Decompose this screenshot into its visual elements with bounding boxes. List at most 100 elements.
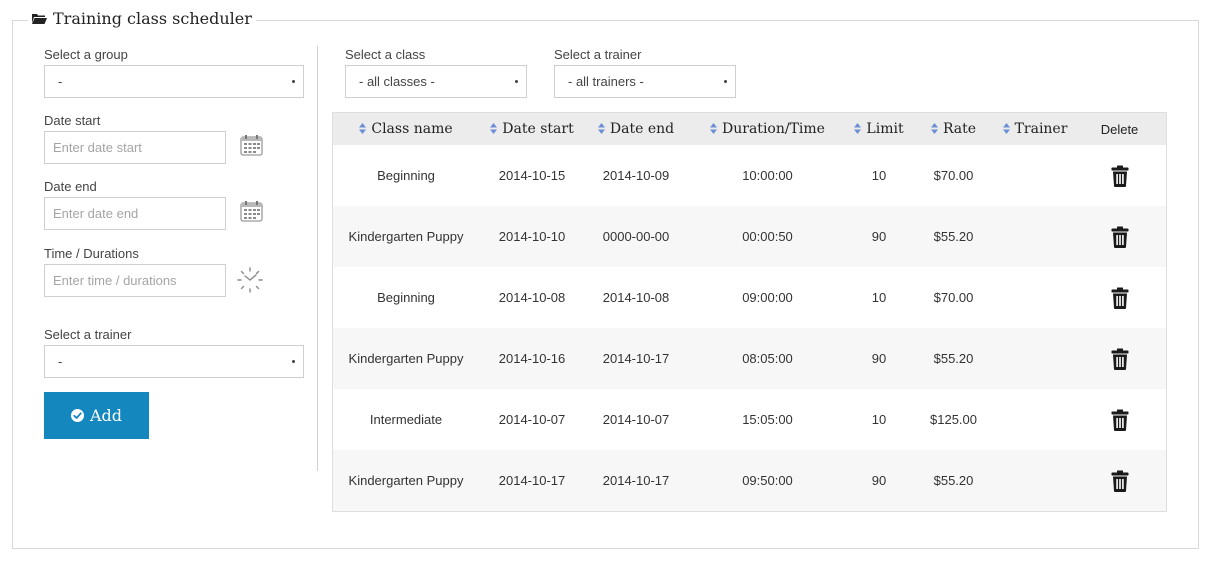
page-title: Training class scheduler — [53, 9, 252, 28]
chevron-down-icon — [515, 80, 518, 83]
date-start-input[interactable] — [44, 131, 226, 164]
date-start-label: Date start — [44, 113, 101, 128]
column-header-label: Rate — [942, 121, 977, 137]
cell-date-end: 2014-10-07 — [602, 412, 670, 427]
cell-delete — [1073, 206, 1166, 267]
classes-table: Class name Date start Date end Duration/… — [333, 113, 1166, 511]
class-filter-select[interactable]: - all classes - — [345, 65, 527, 98]
cell-date-end: 2014-10-08 — [602, 290, 670, 305]
cell-duration: 09:00:00 — [742, 290, 793, 305]
column-header-date-start[interactable]: Date start — [479, 113, 585, 145]
trainer-filter-select[interactable]: - all trainers - — [554, 65, 736, 98]
cell-date-start: 2014-10-08 — [498, 290, 566, 305]
cell-rate: $70.00 — [933, 290, 974, 305]
cell-delete — [1073, 145, 1166, 206]
table-row: Kindergarten Puppy 2014-10-16 2014-10-17 08… — [333, 328, 1166, 389]
sort-icon — [359, 123, 367, 134]
trainer-label: Select a trainer — [44, 327, 132, 342]
cell-delete — [1073, 389, 1166, 450]
column-header-class-name[interactable]: Class name — [333, 113, 479, 145]
table-row: Beginning 2014-10-08 2014-10-08 09:00:00 10 $… — [333, 267, 1166, 328]
chevron-down-icon — [292, 360, 295, 363]
calendar-icon[interactable] — [240, 200, 263, 223]
chevron-down-icon — [292, 80, 295, 83]
cell-class-name: Beginning — [377, 168, 435, 183]
cell-trainer — [997, 389, 1073, 450]
trash-icon[interactable] — [1111, 287, 1129, 309]
cell-date-start: 2014-10-07 — [498, 412, 566, 427]
classes-table-wrap: Class name Date start Date end Duration/… — [332, 112, 1167, 512]
column-header-limit[interactable]: Limit — [848, 113, 910, 145]
table-body: Beginning 2014-10-15 2014-10-09 10:00:00 10 $… — [333, 145, 1166, 511]
cell-duration: 08:05:00 — [742, 351, 793, 366]
table-row: Intermediate 2014-10-07 2014-10-07 15:05:00… — [333, 389, 1166, 450]
cell-rate: $55.20 — [933, 473, 974, 488]
cell-duration: 15:05:00 — [742, 412, 793, 427]
check-circle-icon — [70, 409, 84, 422]
cell-delete — [1073, 328, 1166, 389]
chevron-down-icon — [724, 80, 727, 83]
trash-icon[interactable] — [1111, 165, 1129, 187]
sort-icon — [854, 123, 862, 134]
column-header-trainer[interactable]: Trainer — [997, 113, 1073, 145]
cell-duration: 10:00:00 — [742, 168, 793, 183]
cell-date-end: 0000-00-00 — [602, 229, 670, 244]
time-label: Time / Durations — [44, 246, 139, 261]
scheduler-legend: Training class scheduler — [28, 9, 256, 28]
column-header-label: Trainer — [1014, 121, 1068, 137]
class-filter-label: Select a class — [345, 47, 426, 62]
cell-limit: 90 — [871, 229, 887, 244]
column-header-duration[interactable]: Duration/Time — [687, 113, 848, 145]
trash-icon[interactable] — [1111, 226, 1129, 248]
date-end-label: Date end — [44, 179, 97, 194]
add-button-label: Add — [89, 406, 123, 425]
group-label: Select a group — [44, 47, 128, 62]
trash-icon[interactable] — [1111, 470, 1129, 492]
calendar-icon[interactable] — [240, 134, 263, 157]
cell-limit: 10 — [871, 412, 887, 427]
column-header-label: Date start — [502, 121, 574, 137]
cell-date-end: 2014-10-17 — [602, 351, 670, 366]
cell-trainer — [997, 267, 1073, 328]
cell-date-start: 2014-10-15 — [498, 168, 566, 183]
date-end-input[interactable] — [44, 197, 226, 230]
panel-divider — [317, 46, 318, 471]
time-input[interactable] — [44, 264, 226, 297]
sort-icon — [1002, 123, 1010, 134]
add-button[interactable]: Add — [44, 392, 149, 439]
sort-icon — [597, 123, 605, 134]
trainer-select-value: - — [58, 354, 63, 369]
cell-trainer — [997, 328, 1073, 389]
cell-duration: 00:00:50 — [742, 229, 793, 244]
trash-icon[interactable] — [1111, 348, 1129, 370]
group-select[interactable]: - — [44, 65, 304, 98]
column-header-label: Limit — [866, 121, 904, 137]
cell-limit: 90 — [871, 473, 887, 488]
trash-icon[interactable] — [1111, 409, 1129, 431]
clock-icon[interactable] — [236, 266, 264, 294]
column-header-label: Date end — [609, 121, 675, 137]
cell-delete — [1073, 267, 1166, 328]
cell-date-start: 2014-10-16 — [498, 351, 566, 366]
sort-icon — [490, 123, 498, 134]
cell-date-start: 2014-10-17 — [498, 473, 566, 488]
cell-date-end: 2014-10-09 — [602, 168, 670, 183]
group-select-value: - — [58, 74, 63, 89]
cell-rate: $125.00 — [930, 412, 977, 427]
cell-trainer — [997, 145, 1073, 206]
cell-limit: 90 — [871, 351, 887, 366]
cell-trainer — [997, 206, 1073, 267]
cell-class-name: Kindergarten Puppy — [348, 229, 464, 244]
cell-class-name: Intermediate — [369, 412, 443, 427]
column-header-label: Duration/Time — [722, 121, 825, 137]
cell-rate: $70.00 — [933, 168, 974, 183]
trainer-select[interactable]: - — [44, 345, 304, 378]
column-header-date-end[interactable]: Date end — [585, 113, 687, 145]
column-header-rate[interactable]: Rate — [910, 113, 997, 145]
trainer-filter-label: Select a trainer — [554, 47, 642, 62]
column-header-delete: Delete — [1100, 121, 1139, 137]
cell-rate: $55.20 — [933, 229, 974, 244]
cell-rate: $55.20 — [933, 351, 974, 366]
table-row: Beginning 2014-10-15 2014-10-09 10:00:00 10 $… — [333, 145, 1166, 206]
cell-date-start: 2014-10-10 — [498, 229, 566, 244]
